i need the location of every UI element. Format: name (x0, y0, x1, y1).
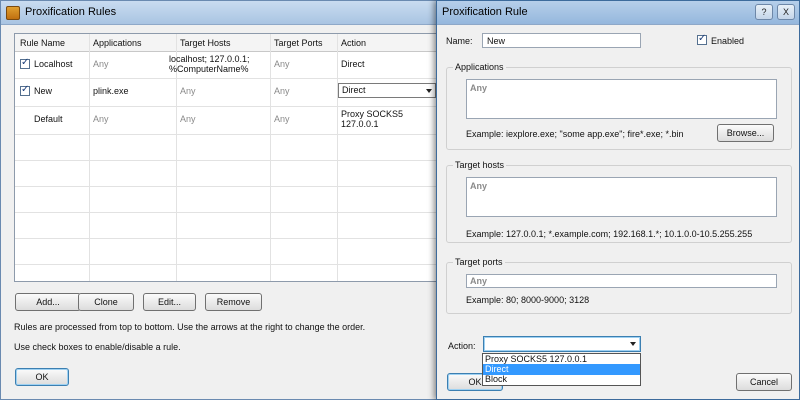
edit-rule-button[interactable]: Edit... (143, 293, 196, 311)
chevron-down-icon (426, 89, 432, 93)
rule-name: New (34, 86, 53, 96)
grid-divider (270, 34, 271, 281)
target-ports-group: Target ports (446, 257, 792, 314)
rule-action-dropdown[interactable]: Direct (338, 83, 436, 98)
rules-title-bar[interactable]: Proxification Rules (1, 1, 443, 25)
grid-divider (15, 212, 443, 213)
grid-divider (15, 134, 443, 135)
grid-divider (89, 34, 90, 281)
action-option-block[interactable]: Block (483, 374, 640, 385)
help-icon[interactable]: ? (755, 4, 773, 20)
enabled-checkbox[interactable] (697, 33, 707, 45)
col-applications[interactable]: Applications (93, 38, 142, 48)
applications-group-title: Applications (453, 62, 506, 72)
target-hosts-group-title: Target hosts (453, 160, 507, 170)
grid-divider (15, 160, 443, 161)
ok-button[interactable]: OK (15, 368, 69, 386)
grid-divider (15, 186, 443, 187)
rules-table: Rule Name Applications Target Hosts Targ… (14, 33, 444, 282)
col-target-ports[interactable]: Target Ports (274, 38, 323, 48)
rule-enabled-checkbox[interactable] (20, 84, 30, 96)
action-dropdown[interactable] (483, 336, 641, 352)
app-icon (6, 6, 20, 20)
rule-target-hosts: %ComputerName% (169, 64, 249, 74)
rule-applications: Any (93, 59, 109, 69)
clone-rule-button[interactable]: Clone (78, 293, 134, 311)
grid-divider (15, 264, 443, 265)
applications-example: Example: iexplore.exe; "some app.exe"; f… (466, 129, 684, 139)
rule-applications: Any (93, 114, 109, 124)
rule-name: Default (34, 114, 63, 124)
browse-button[interactable]: Browse... (717, 124, 774, 142)
target-ports-group-title: Target ports (453, 257, 505, 267)
rule-name: Localhost (34, 59, 73, 69)
grid-divider (15, 78, 443, 79)
name-label: Name: (446, 36, 473, 46)
action-label: Action: (448, 341, 476, 351)
rule-target-ports: Any (274, 86, 290, 96)
remove-rule-button[interactable]: Remove (205, 293, 262, 311)
applications-field[interactable]: Any (466, 79, 777, 119)
grid-divider (337, 34, 338, 281)
order-info-text: Rules are processed from top to bottom. … (14, 322, 366, 332)
target-hosts-example: Example: 127.0.0.1; *.example.com; 192.1… (466, 229, 753, 239)
rule-target-hosts: Any (180, 114, 196, 124)
rules-table-header: Rule Name Applications Target Hosts Targ… (15, 34, 443, 52)
target-hosts-field[interactable]: Any (466, 177, 777, 217)
target-ports-example: Example: 80; 8000-9000; 3128 (466, 295, 590, 305)
close-icon[interactable]: X (777, 4, 795, 20)
grid-divider (15, 238, 443, 239)
add-rule-button[interactable]: Add... (15, 293, 81, 311)
proxification-rules-window: Proxification Rules Rule Name Applicatio… (0, 0, 444, 400)
rule-target-hosts: Any (180, 86, 196, 96)
col-action[interactable]: Action (341, 38, 366, 48)
rule-action: 127.0.0.1 (341, 119, 379, 129)
rule-target-ports: Any (274, 59, 290, 69)
rule-action: Direct (341, 59, 365, 69)
name-field[interactable]: New (482, 33, 641, 48)
rule-applications: plink.exe (93, 86, 129, 96)
target-ports-field[interactable]: Any (466, 274, 777, 288)
rules-window-title: Proxification Rules (25, 6, 117, 18)
rule-dialog-title: Proxification Rule (442, 6, 528, 18)
col-target-hosts[interactable]: Target Hosts (180, 38, 231, 48)
rule-target-ports: Any (274, 114, 290, 124)
grid-divider (15, 106, 443, 107)
rule-enabled-checkbox[interactable] (20, 57, 30, 69)
rule-action-value: Direct (342, 85, 366, 95)
chevron-down-icon (630, 342, 636, 346)
checkbox-info-text: Use check boxes to enable/disable a rule… (14, 342, 181, 352)
enabled-label: Enabled (711, 36, 745, 46)
cancel-button[interactable]: Cancel (736, 373, 792, 391)
col-rule-name[interactable]: Rule Name (20, 38, 65, 48)
action-options-list: Proxy SOCKS5 127.0.0.1 Direct Block (482, 353, 641, 386)
rule-dialog-title-bar[interactable]: Proxification Rule ? X (437, 1, 799, 25)
